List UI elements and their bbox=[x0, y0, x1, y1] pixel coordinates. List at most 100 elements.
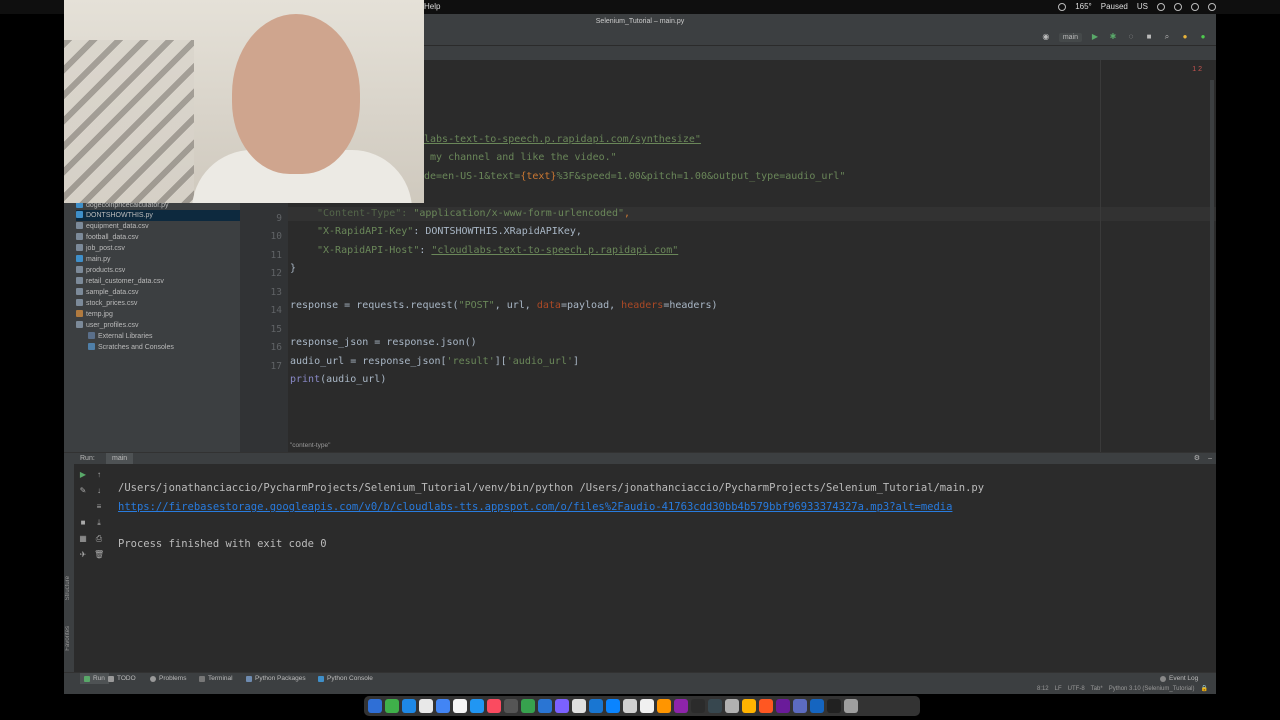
inspection-widget[interactable]: 1 2 bbox=[1192, 66, 1202, 73]
volume-icon[interactable] bbox=[1157, 2, 1165, 11]
coverage-icon[interactable]: ◌ bbox=[1126, 32, 1136, 42]
music-icon[interactable] bbox=[487, 699, 501, 713]
code-string: "application/x-www-form-urlencoded" bbox=[413, 208, 625, 219]
pycharm-icon[interactable] bbox=[827, 699, 841, 713]
file-equipment-data[interactable]: equipment_data.csv bbox=[76, 221, 149, 232]
run-console[interactable]: Structure Favorites ▶ ↑ ✎ ↓ ≡ ■ ⤓ ▦ ⎙ ✈ … bbox=[64, 464, 1216, 672]
interpreter-selector[interactable]: Python 3.10 (Selenium_Tutorial) bbox=[1109, 684, 1195, 694]
mail-icon[interactable] bbox=[402, 699, 416, 713]
system-prefs-icon[interactable] bbox=[606, 699, 620, 713]
right-margin-guide bbox=[1100, 60, 1101, 452]
favorites-tab[interactable]: Favorites bbox=[65, 626, 71, 651]
calendar-icon[interactable] bbox=[504, 699, 518, 713]
trash-icon[interactable] bbox=[844, 699, 858, 713]
code-param: headers bbox=[621, 300, 664, 311]
console-audio-link[interactable]: https://firebasestorage.googleapis.com/v… bbox=[118, 501, 952, 513]
file-dontshowthis[interactable]: DONTSHOWTHIS.py bbox=[76, 210, 240, 221]
code-text: (audio_url) bbox=[320, 374, 387, 385]
input-language[interactable]: US bbox=[1137, 2, 1148, 11]
layout-icon[interactable]: ▦ bbox=[78, 534, 88, 544]
file-label: equipment_data.csv bbox=[86, 223, 149, 230]
settings-icon[interactable] bbox=[725, 699, 739, 713]
file-retail-customer-data[interactable]: retail_customer_data.csv bbox=[76, 276, 164, 287]
stop-icon[interactable]: ■ bbox=[78, 518, 88, 528]
code-string: "Content-Type": bbox=[317, 208, 414, 219]
photos-icon[interactable] bbox=[555, 699, 569, 713]
file-main-py[interactable]: main.py bbox=[76, 254, 111, 265]
editor-scrollbar[interactable] bbox=[1210, 80, 1214, 420]
zoom-icon[interactable] bbox=[470, 699, 484, 713]
firefox-icon[interactable] bbox=[759, 699, 773, 713]
safari-icon[interactable] bbox=[419, 699, 433, 713]
rerun-icon[interactable]: ▶ bbox=[78, 470, 88, 480]
file-label: user_profiles.csv bbox=[86, 322, 139, 329]
line-separator[interactable]: LF bbox=[1055, 684, 1062, 694]
record-icon[interactable] bbox=[1058, 2, 1067, 11]
event-log-icon bbox=[1160, 676, 1166, 682]
scroll-up-icon[interactable]: ↑ bbox=[94, 470, 104, 480]
print-icon[interactable]: ⎙ bbox=[94, 534, 104, 544]
messages-icon[interactable] bbox=[385, 699, 399, 713]
console-command: /Users/jonathanciaccio/PycharmProjects/S… bbox=[118, 482, 985, 494]
reminders-icon[interactable] bbox=[572, 699, 586, 713]
trash-icon[interactable]: 🗑 bbox=[94, 550, 104, 560]
notes-icon[interactable] bbox=[453, 699, 467, 713]
file-stock-prices[interactable]: stock_prices.csv bbox=[76, 298, 137, 309]
pin-icon[interactable]: ✈ bbox=[78, 550, 88, 560]
lock-icon[interactable]: 🔒 bbox=[1201, 684, 1208, 694]
side-tool-strip: Structure Favorites bbox=[64, 464, 74, 672]
chrome-icon[interactable] bbox=[436, 699, 450, 713]
debug-icon[interactable]: ✱ bbox=[1108, 32, 1118, 42]
python-file-icon bbox=[76, 211, 83, 218]
packages-icon bbox=[246, 676, 252, 682]
vlc-icon[interactable] bbox=[657, 699, 671, 713]
pencil-icon[interactable] bbox=[742, 699, 756, 713]
stop-icon[interactable]: ■ bbox=[1144, 32, 1154, 42]
control-center-icon[interactable] bbox=[1208, 2, 1216, 11]
code-text: =headers) bbox=[663, 300, 718, 311]
structure-tab[interactable]: Structure bbox=[65, 576, 71, 600]
wrench-icon[interactable]: ✎ bbox=[78, 486, 88, 496]
podcasts-icon[interactable] bbox=[674, 699, 688, 713]
file-user-profiles[interactable]: user_profiles.csv bbox=[76, 320, 139, 331]
chatgpt-icon[interactable] bbox=[793, 699, 807, 713]
search-icon[interactable] bbox=[1191, 2, 1199, 11]
file-temp-jpg[interactable]: temp.jpg bbox=[76, 309, 113, 320]
plugin-icon[interactable]: ● bbox=[1198, 32, 1208, 42]
line-number: 15 bbox=[270, 324, 282, 335]
file-sample-data[interactable]: sample_data.csv bbox=[76, 287, 139, 298]
preview-icon[interactable] bbox=[623, 699, 637, 713]
run-icon[interactable]: ▶ bbox=[1090, 32, 1100, 42]
utilities-icon[interactable] bbox=[691, 699, 705, 713]
app-store-icon[interactable] bbox=[589, 699, 603, 713]
scroll-down-icon[interactable]: ↓ bbox=[94, 486, 104, 496]
code-text: ][ bbox=[494, 356, 507, 367]
activity-icon[interactable] bbox=[640, 699, 654, 713]
updates-icon[interactable]: ● bbox=[1180, 32, 1190, 42]
facetime-icon[interactable] bbox=[538, 699, 552, 713]
run-config-select[interactable]: main bbox=[1058, 32, 1082, 42]
wifi-icon[interactable] bbox=[1174, 2, 1182, 11]
menu-help[interactable]: Help bbox=[424, 2, 440, 11]
user-icon[interactable]: ◉ bbox=[1041, 32, 1051, 42]
external-libraries[interactable]: External Libraries bbox=[88, 331, 152, 342]
scroll-to-end-icon[interactable]: ⤓ bbox=[94, 518, 104, 528]
caret-position[interactable]: 8:12 bbox=[1037, 684, 1049, 694]
file-job-post[interactable]: job_post.csv bbox=[76, 243, 125, 254]
finder-icon[interactable] bbox=[368, 699, 382, 713]
file-football-data[interactable]: football_data.csv bbox=[76, 232, 139, 243]
breadcrumb[interactable]: "content-type" bbox=[290, 440, 330, 452]
indent-setting[interactable]: Tab* bbox=[1091, 684, 1103, 694]
terminal-app-icon[interactable] bbox=[708, 699, 722, 713]
soft-wrap-icon[interactable]: ≡ bbox=[94, 502, 104, 512]
file-products[interactable]: products.csv bbox=[76, 265, 125, 276]
file-encoding[interactable]: UTF-8 bbox=[1068, 684, 1085, 694]
csv-file-icon bbox=[76, 222, 83, 229]
whatsapp-icon[interactable] bbox=[521, 699, 535, 713]
paused-indicator[interactable]: Paused bbox=[1101, 2, 1128, 11]
search-everywhere-icon[interactable]: ⌕ bbox=[1162, 32, 1172, 42]
obs-icon[interactable] bbox=[776, 699, 790, 713]
downloads-icon[interactable] bbox=[810, 699, 824, 713]
scratches-and-consoles[interactable]: Scratches and Consoles bbox=[88, 342, 174, 353]
console-exit-message: Process finished with exit code 0 bbox=[118, 538, 327, 550]
